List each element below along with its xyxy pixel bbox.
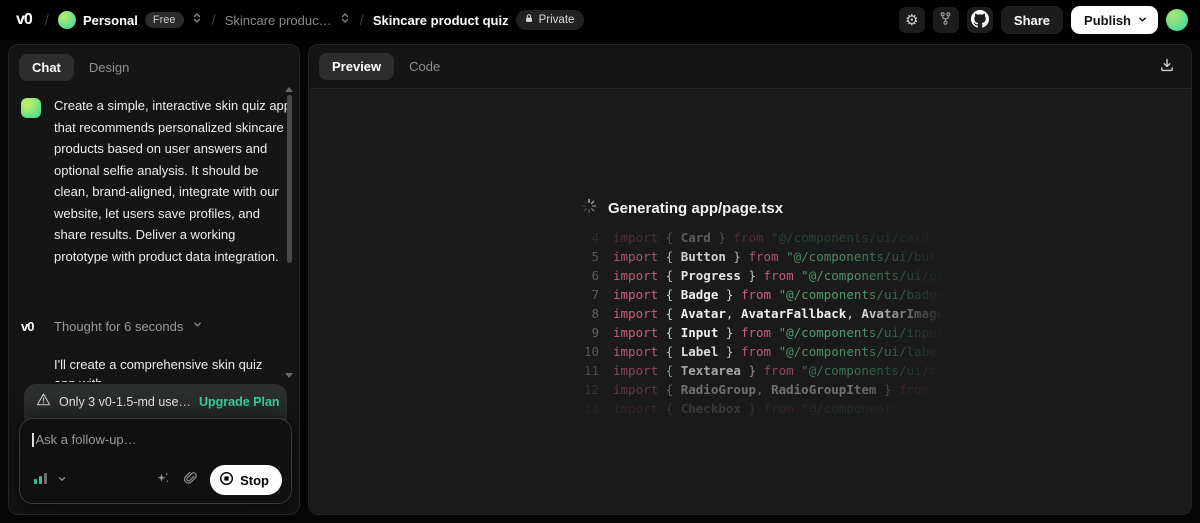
code-line-13: 13import { Checkbox } from "@/components… [579,399,999,418]
chevron-updown-icon [191,11,203,29]
breadcrumb-separator: / [212,12,216,29]
chat-tabs: ChatDesign [9,45,299,89]
code-line-10: 10import { Label } from "@/components/ui… [579,342,999,361]
assistant-message-clipped: app with… [54,376,284,382]
composer: Only 3 v0-1.5-md use… Upgrade Plan [19,384,292,504]
plan-badge: Free [145,12,184,28]
preview-header: PreviewCode [309,45,1191,89]
code-line-4: 4import { Card } from "@/components/ui/c… [579,228,999,247]
tab-chat[interactable]: Chat [19,54,74,81]
preview-panel: PreviewCode Generating app/pa [308,44,1192,515]
usage-alert-text: Only 3 v0-1.5-md use… [59,395,191,409]
v0-logo[interactable]: v0 [12,9,36,31]
scroll-up-arrow[interactable] [285,87,293,92]
chevron-updown-icon [339,11,351,29]
stop-label: Stop [240,473,269,488]
thought-label: Thought for 6 seconds [54,319,183,334]
private-badge: Private [516,10,585,30]
topbar-actions: ⚙ Share Publish [899,6,1188,34]
workspace-name: Personal [83,13,138,28]
stop-button[interactable]: Stop [210,465,282,495]
attach-file-button[interactable] [183,470,198,490]
tab-design[interactable]: Design [76,54,142,81]
code-line-8: 8import { Avatar, AvatarFallback, Avatar… [579,304,999,323]
github-button[interactable] [967,7,993,33]
page-title: Skincare product quiz [373,13,509,28]
warning-icon [36,392,51,412]
thought-toggle[interactable]: v0 Thought for 6 seconds [21,317,203,335]
followup-input-card: Stop [19,418,292,504]
code-line-5: 5import { Button } from "@/components/ui… [579,247,999,266]
download-icon [1159,57,1175,76]
code-line-12: 12import { RadioGroup, RadioGroupItem } … [579,380,999,399]
workspace-avatar [58,11,76,29]
project-title-group: Skincare product quiz Private [373,10,585,30]
chat-panel: ChatDesign Create a simple, interactive … [8,44,300,515]
v0-assistant-icon: v0 [21,319,45,334]
account-avatar[interactable] [1166,9,1188,31]
text-caret [32,433,34,447]
project-breadcrumb: Skincare produc… [225,13,332,28]
generating-status: Generating app/page.tsx [581,198,783,219]
stop-icon [219,471,234,489]
workspace-switcher[interactable]: Personal Free [58,11,203,29]
model-selector[interactable] [31,468,69,493]
chevron-down-icon [1137,13,1148,28]
share-button[interactable]: Share [1001,6,1063,34]
scroll-down-arrow[interactable] [285,373,293,378]
topbar: v0 / Personal Free / Skincare produc… / … [0,0,1200,40]
code-block: 4import { Card } from "@/components/ui/c… [579,228,999,418]
github-icon [971,10,989,31]
publish-button[interactable]: Publish [1071,6,1158,34]
chat-scrollbar-thumb[interactable] [287,95,292,263]
followup-input-row [20,419,291,447]
paperclip-icon [183,470,198,490]
breadcrumb-separator: / [360,12,364,29]
private-badge-label: Private [539,14,575,26]
generation-preview: Generating app/page.tsx 4import { Card }… [309,90,1191,514]
code-line-11: 11import { Textarea } from "@/components… [579,361,999,380]
publish-label: Publish [1084,13,1131,28]
user-avatar [21,98,41,118]
project-switcher[interactable]: Skincare produc… [225,11,351,29]
usage-alert: Only 3 v0-1.5-md use… Upgrade Plan [24,384,287,420]
upgrade-plan-link[interactable]: Upgrade Plan [199,395,280,409]
code-line-6: 6import { Progress } from "@/components/… [579,266,999,285]
gear-icon: ⚙ [905,13,918,28]
sparkles-icon [155,470,171,491]
assistant-message: I'll create a comprehensive skin quiz [54,354,292,376]
settings-button[interactable]: ⚙ [899,7,925,33]
preview-tabs: PreviewCode [319,45,453,89]
enhance-prompt-button[interactable] [155,470,171,491]
model-usage-bars-icon [33,471,49,490]
loading-spinner-icon [581,198,597,219]
tab-preview[interactable]: Preview [319,53,394,80]
code-line-7: 7import { Badge } from "@/components/ui/… [579,285,999,304]
generating-title: Generating app/page.tsx [608,200,783,217]
fork-icon [938,11,953,29]
chevron-down-icon [57,471,67,489]
composer-toolbar: Stop [31,465,282,495]
fork-button[interactable] [933,7,959,33]
user-message: Create a simple, interactive skin quiz a… [54,95,292,267]
code-line-9: 9import { Input } from "@/components/ui/… [579,323,999,342]
lock-icon [524,13,534,27]
tab-code[interactable]: Code [396,53,453,80]
chevron-down-icon [192,317,203,335]
followup-input[interactable] [36,432,280,447]
breadcrumb-separator: / [45,12,49,29]
download-button[interactable] [1153,53,1181,81]
